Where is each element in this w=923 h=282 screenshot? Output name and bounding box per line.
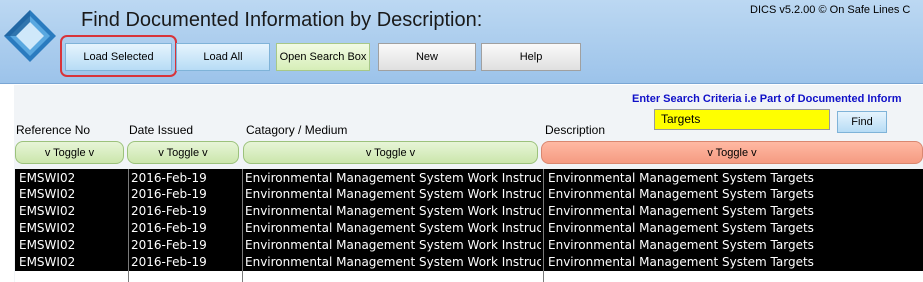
cell-description: Environmental Management System Targets <box>548 187 814 201</box>
new-button[interactable]: New <box>378 43 476 71</box>
table-row[interactable]: EMSWI02 2016-Feb-19 Environmental Manage… <box>0 254 908 271</box>
cell-date-issued: 2016-Feb-19 <box>131 187 207 201</box>
help-button[interactable]: Help <box>481 43 581 71</box>
table-row[interactable]: EMSWI02 2016-Feb-19 Environmental Manage… <box>0 237 908 254</box>
column-header-category: Catagory / Medium <box>246 123 348 137</box>
table-row[interactable]: EMSWI02 2016-Feb-19 Environmental Manage… <box>0 170 908 187</box>
cell-category: Environmental Management System Work Ins… <box>245 187 541 201</box>
open-search-box-button[interactable]: Open Search Box <box>276 43 370 71</box>
table-row[interactable]: EMSWI02 2016-Feb-19 Environmental Manage… <box>0 220 908 237</box>
cell-category: Environmental Management System Work Ins… <box>245 255 541 269</box>
load-all-button[interactable]: Load All <box>176 43 270 71</box>
cell-category: Environmental Management System Work Ins… <box>245 221 541 235</box>
cell-date-issued: 2016-Feb-19 <box>131 204 207 218</box>
cell-reference-no: EMSWI02 <box>19 171 76 185</box>
cell-category: Environmental Management System Work Ins… <box>245 204 541 218</box>
toggle-category[interactable]: v Toggle v <box>243 141 538 164</box>
cell-reference-no: EMSWI02 <box>19 187 76 201</box>
cell-description: Environmental Management System Targets <box>548 204 814 218</box>
load-selected-button[interactable]: Load Selected <box>65 43 172 71</box>
version-label: DICS v5.2.00 © On Safe Lines C <box>750 4 911 16</box>
cell-category: Environmental Management System Work Ins… <box>245 238 541 252</box>
grid-empty-area <box>15 271 923 282</box>
cell-description: Environmental Management System Targets <box>548 238 814 252</box>
column-header-date-issued: Date Issued <box>129 123 194 137</box>
toggle-date-issued[interactable]: v Toggle v <box>127 141 239 164</box>
cell-date-issued: 2016-Feb-19 <box>131 171 207 185</box>
cell-date-issued: 2016-Feb-19 <box>131 255 207 269</box>
cell-reference-no: EMSWI02 <box>19 255 76 269</box>
page-title: Find Documented Information by Descripti… <box>81 9 483 31</box>
column-header-description: Description <box>545 123 606 137</box>
table-row[interactable]: EMSWI02 2016-Feb-19 Environmental Manage… <box>0 203 908 220</box>
diamond-logo-icon <box>4 10 56 62</box>
cell-description: Environmental Management System Targets <box>548 221 814 235</box>
search-input[interactable]: Targets <box>654 109 830 130</box>
column-header-reference-no: Reference No <box>16 123 91 137</box>
toggle-reference-no[interactable]: v Toggle v <box>15 141 124 164</box>
cell-description: Environmental Management System Targets <box>548 171 814 185</box>
find-button[interactable]: Find <box>837 111 887 133</box>
toggle-description[interactable]: v Toggle v <box>541 141 923 164</box>
column-divider <box>543 169 544 282</box>
cell-category: Environmental Management System Work Ins… <box>245 171 541 185</box>
table-row[interactable]: EMSWI02 2016-Feb-19 Environmental Manage… <box>0 186 908 203</box>
search-criteria-label: Enter Search Criteria i.e Part of Docume… <box>632 93 902 105</box>
cell-date-issued: 2016-Feb-19 <box>131 221 207 235</box>
cell-date-issued: 2016-Feb-19 <box>131 238 207 252</box>
column-divider <box>128 169 129 282</box>
cell-reference-no: EMSWI02 <box>19 221 76 235</box>
cell-description: Environmental Management System Targets <box>548 255 814 269</box>
column-divider <box>242 169 243 282</box>
cell-reference-no: EMSWI02 <box>19 204 76 218</box>
cell-reference-no: EMSWI02 <box>19 238 76 252</box>
